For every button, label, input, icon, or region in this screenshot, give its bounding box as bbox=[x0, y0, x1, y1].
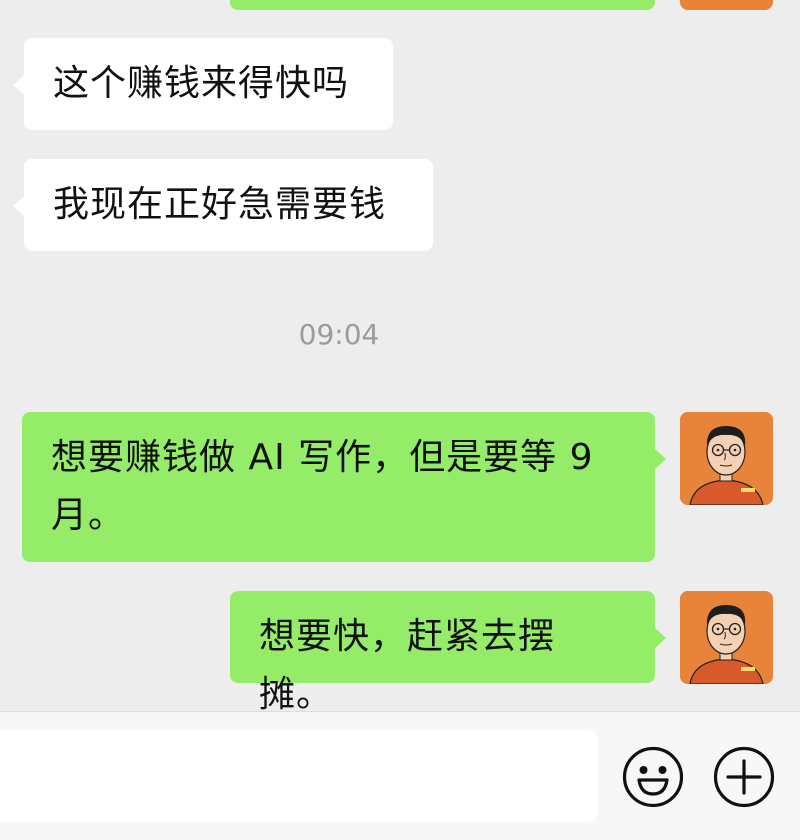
previous-avatar[interactable] bbox=[680, 0, 773, 10]
emoji-smile-icon bbox=[622, 746, 684, 808]
user-avatar-illustration bbox=[680, 412, 773, 505]
message-text: 我现在正好急需要钱 bbox=[53, 184, 387, 225]
message-text: 这个赚钱来得快吗 bbox=[53, 63, 350, 104]
emoji-button[interactable] bbox=[622, 746, 684, 808]
chat-input-bar bbox=[0, 711, 800, 840]
message-timestamp: 09:04 bbox=[298, 318, 380, 351]
message-text: 想要快，赶紧去摆摊。 bbox=[259, 616, 556, 711]
message-input[interactable] bbox=[0, 730, 598, 822]
received-message-bubble[interactable]: 这个赚钱来得快吗 bbox=[13, 38, 393, 130]
plus-circle-icon bbox=[713, 746, 775, 808]
message-text-line-2: 月。 bbox=[51, 495, 126, 536]
previous-message-bubble[interactable] bbox=[230, 0, 655, 10]
sent-message-bubble[interactable]: 想要赚钱做 AI 写作，但是要等 9 月。 bbox=[22, 412, 666, 562]
chat-message-list[interactable]: 这个赚钱来得快吗 我现在正好急需要钱 09:04 想要赚钱做 AI 写作，但是要… bbox=[0, 0, 800, 711]
message-text-line-1: 想要赚钱做 AI 写作，但是要等 9 bbox=[51, 437, 594, 478]
user-avatar-illustration bbox=[680, 591, 773, 684]
received-message-bubble[interactable]: 我现在正好急需要钱 bbox=[13, 159, 433, 251]
more-options-button[interactable] bbox=[713, 746, 775, 808]
user-avatar[interactable] bbox=[680, 412, 773, 505]
sent-message-bubble[interactable]: 想要快，赶紧去摆摊。 bbox=[230, 591, 666, 711]
user-avatar[interactable] bbox=[680, 591, 773, 684]
